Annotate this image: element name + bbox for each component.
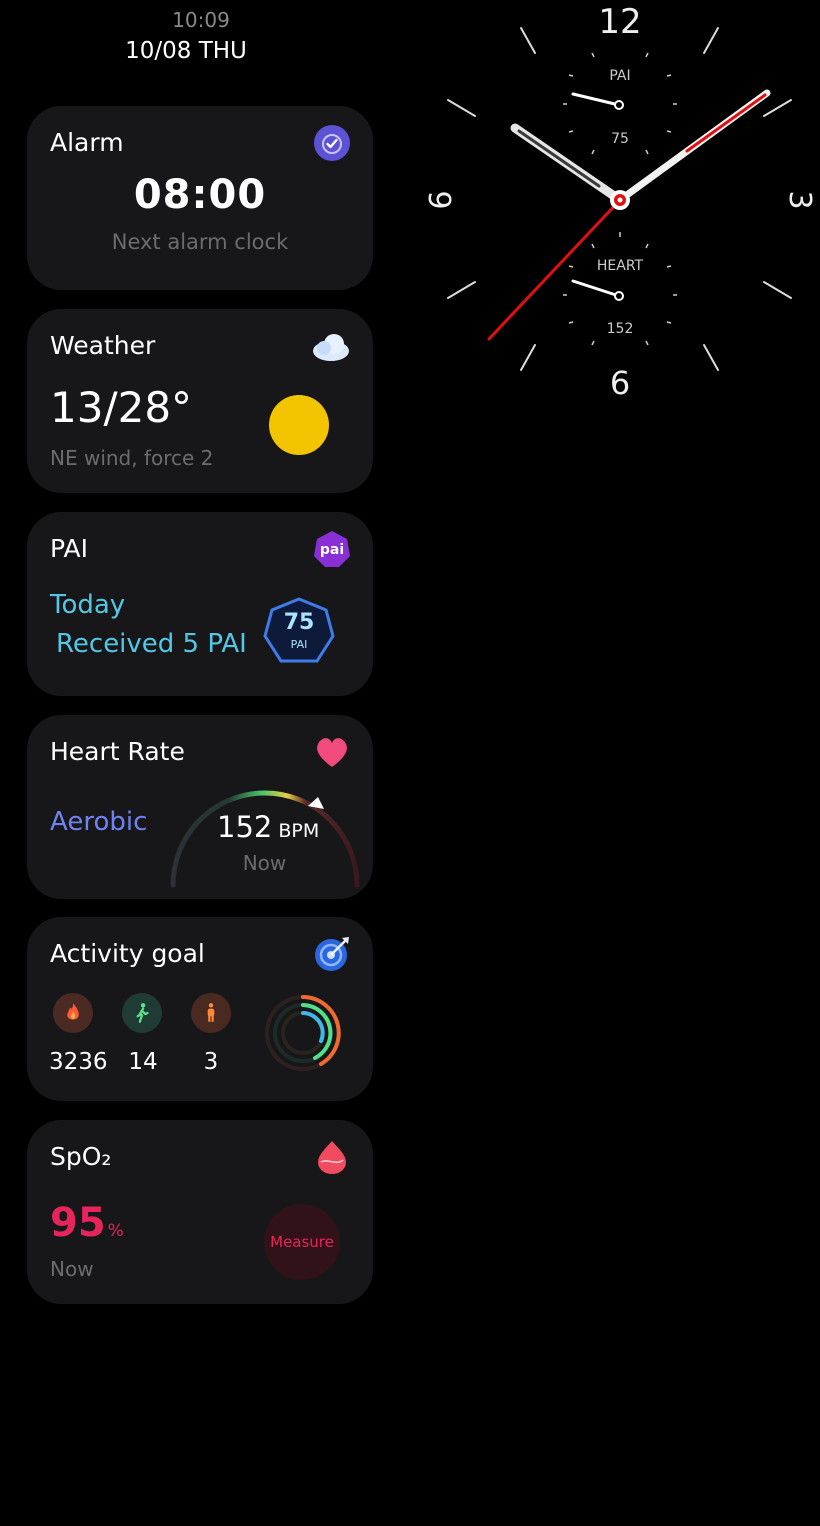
numeral-12: 12 <box>598 2 641 42</box>
pai-today-label: Today <box>50 590 126 620</box>
alarm-time: 08:00 <box>133 172 267 218</box>
bottom-subdial-label: HEART <box>597 258 644 274</box>
spo2-reading: 95% <box>50 1200 124 1246</box>
activity-title: Activity goal <box>50 939 205 968</box>
heart-rate-reading: 152 BPM <box>217 810 319 844</box>
walking-icon <box>136 1003 149 1023</box>
bottom-subdial-value: 152 <box>607 321 634 337</box>
steps-badge <box>122 993 162 1033</box>
alarm-title: Alarm <box>50 128 124 157</box>
top-subdial-pivot <box>614 100 624 110</box>
weather-title: Weather <box>50 331 156 360</box>
heart-rate-card[interactable]: Heart Rate Aerobic 152 BPM Now <box>27 715 373 899</box>
numeral-6: 6 <box>610 364 630 402</box>
measure-button[interactable]: Measure <box>264 1204 340 1280</box>
pai-score-value: 75 <box>283 610 315 635</box>
standing-badge <box>191 993 231 1033</box>
spo2-card[interactable]: SpO₂ 95% Now Measure <box>27 1120 373 1304</box>
pai-score-label: PAI <box>290 638 308 651</box>
center-pin <box>617 197 623 203</box>
flame-icon <box>67 1003 79 1020</box>
spo2-time: Now <box>50 1257 94 1281</box>
spo2-unit: % <box>107 1221 124 1241</box>
weather-temperature: 13/28° <box>50 383 193 432</box>
heart-icon <box>317 738 347 767</box>
status-date: 10/08 THU <box>125 38 247 64</box>
pai-icon: pai <box>314 531 350 567</box>
activity-card[interactable]: Activity goal 3236 14 3 <box>27 917 373 1101</box>
analog-watch-face: 12 6 3 9 PAI 75 HEART 152 <box>421 2 817 402</box>
alarm-subtitle: Next alarm clock <box>111 230 289 254</box>
top-subdial-value: 75 <box>611 131 629 147</box>
heart-rate-time: Now <box>242 851 287 875</box>
calories-value: 3236 <box>49 1049 108 1075</box>
pai-received-label: Received 5 PAI <box>56 629 247 659</box>
standing-value: 3 <box>203 1049 219 1075</box>
bottom-subdial-hand <box>571 279 621 298</box>
bottom-subdial-pivot <box>614 291 624 301</box>
calories-badge <box>53 993 93 1033</box>
activity-rings <box>265 995 341 1071</box>
target-icon <box>315 937 349 971</box>
heart-rate-value: 152 <box>217 810 273 844</box>
spo2-title: SpO₂ <box>50 1142 112 1171</box>
top-subdial-label: PAI <box>609 68 630 84</box>
hour-hand-inlay <box>517 129 601 188</box>
heart-rate-zone: Aerobic <box>50 807 148 837</box>
top-subdial-hand <box>571 92 621 107</box>
numeral-3: 3 <box>782 190 817 209</box>
heart-rate-unit: BPM <box>278 820 320 842</box>
status-time: 10:09 <box>172 8 230 32</box>
weather-card[interactable]: Weather 13/28° NE wind, force 2 <box>27 309 373 493</box>
blood-drop-icon <box>318 1141 346 1174</box>
minute-hand-tip <box>685 93 767 153</box>
steps-value: 14 <box>128 1049 158 1075</box>
pai-title: PAI <box>50 534 88 563</box>
svg-text:pai: pai <box>320 542 344 558</box>
alarm-check-icon <box>314 125 350 161</box>
pai-card[interactable]: PAI pai Today Received 5 PAI 75 PAI <box>27 512 373 696</box>
spo2-value: 95 <box>50 1200 106 1246</box>
cloud-icon <box>313 334 349 361</box>
numeral-9: 9 <box>421 190 456 209</box>
alarm-card[interactable]: Alarm 08:00 Next alarm clock <box>27 106 373 290</box>
sun-icon <box>269 395 329 455</box>
weather-wind: NE wind, force 2 <box>50 446 214 470</box>
heart-rate-title: Heart Rate <box>50 737 185 766</box>
standing-icon <box>207 1003 215 1022</box>
